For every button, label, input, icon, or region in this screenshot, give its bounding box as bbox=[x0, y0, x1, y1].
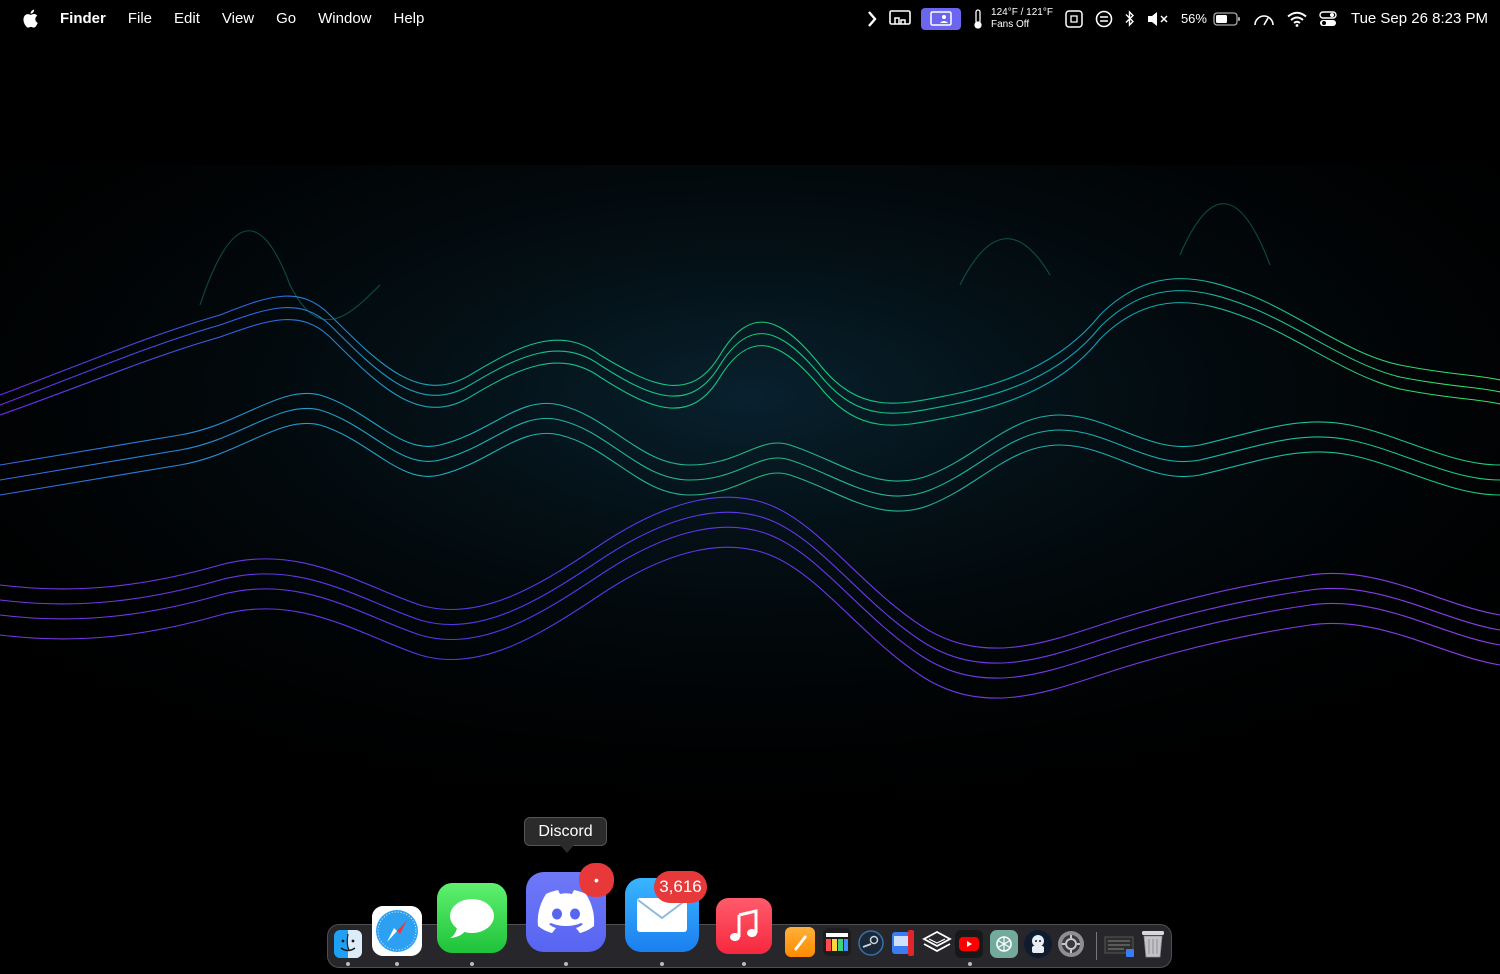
app-name-menu[interactable]: Finder bbox=[60, 10, 106, 27]
settings-icon[interactable] bbox=[1057, 930, 1085, 963]
battery-percent[interactable]: 56% bbox=[1181, 11, 1207, 26]
stage-manager-icon[interactable] bbox=[921, 7, 962, 30]
display-icon[interactable] bbox=[889, 9, 911, 28]
music-icon[interactable] bbox=[716, 898, 772, 954]
chevron-right-icon[interactable] bbox=[867, 10, 877, 27]
safari-icon[interactable] bbox=[372, 906, 422, 956]
app-icon[interactable] bbox=[890, 928, 918, 958]
window-menu[interactable]: Window bbox=[318, 10, 371, 27]
mail-running-dot bbox=[660, 962, 664, 966]
mail-badge: 3,616 bbox=[654, 871, 707, 903]
trash-icon[interactable] bbox=[1140, 929, 1166, 964]
dock-tooltip: Discord bbox=[524, 817, 607, 853]
menu-bar: Finder File Edit View Go Window Help 124… bbox=[0, 0, 1500, 37]
battery-icon[interactable] bbox=[1213, 11, 1241, 26]
downloads-stack-icon[interactable] bbox=[1104, 933, 1136, 964]
pages-icon[interactable] bbox=[785, 927, 815, 957]
discord-running-dot bbox=[564, 962, 568, 966]
view-menu[interactable]: View bbox=[222, 10, 254, 27]
thermometer-icon[interactable] bbox=[973, 8, 983, 29]
temperature-readout[interactable]: 124°F / 121°F Fans Off bbox=[991, 7, 1053, 31]
safari-running-dot bbox=[395, 962, 399, 966]
go-menu[interactable]: Go bbox=[276, 10, 296, 27]
keyboard-command-icon[interactable] bbox=[1065, 9, 1083, 28]
file-menu[interactable]: File bbox=[128, 10, 152, 27]
finder-running-dot bbox=[346, 962, 350, 966]
edit-menu[interactable]: Edit bbox=[174, 10, 200, 27]
control-center-icon[interactable] bbox=[1319, 10, 1337, 27]
dock-separator bbox=[1096, 932, 1097, 960]
layers-icon[interactable] bbox=[922, 929, 952, 962]
desktop: Finder File Edit View Go Window Help 124… bbox=[0, 0, 1500, 974]
volume-muted-icon[interactable] bbox=[1147, 11, 1169, 27]
messages-running-dot bbox=[470, 962, 474, 966]
fans-text: Fans Off bbox=[991, 18, 1030, 30]
music-running-dot bbox=[742, 962, 746, 966]
chatgpt-icon[interactable] bbox=[990, 930, 1018, 958]
steam-icon[interactable] bbox=[858, 930, 884, 961]
youtube-icon[interactable] bbox=[955, 930, 983, 958]
gauge-icon[interactable] bbox=[1253, 11, 1275, 27]
discord-badge: • bbox=[579, 863, 614, 897]
messages-icon[interactable] bbox=[437, 883, 507, 953]
youtube-running-dot bbox=[968, 962, 972, 966]
assistant-icon[interactable] bbox=[1024, 930, 1052, 958]
menu-bar-clock[interactable]: Tue Sep 26 8:23 PM bbox=[1351, 10, 1488, 27]
wifi-icon[interactable] bbox=[1287, 11, 1307, 27]
focus-icon[interactable] bbox=[1095, 10, 1113, 28]
final-cut-icon[interactable] bbox=[823, 928, 851, 956]
bluetooth-icon[interactable] bbox=[1125, 10, 1135, 27]
temperature-text: 124°F / 121°F bbox=[991, 6, 1053, 18]
finder-icon[interactable] bbox=[334, 930, 362, 958]
help-menu[interactable]: Help bbox=[394, 10, 425, 27]
apple-menu-icon[interactable] bbox=[22, 9, 40, 29]
wallpaper bbox=[0, 165, 1500, 825]
